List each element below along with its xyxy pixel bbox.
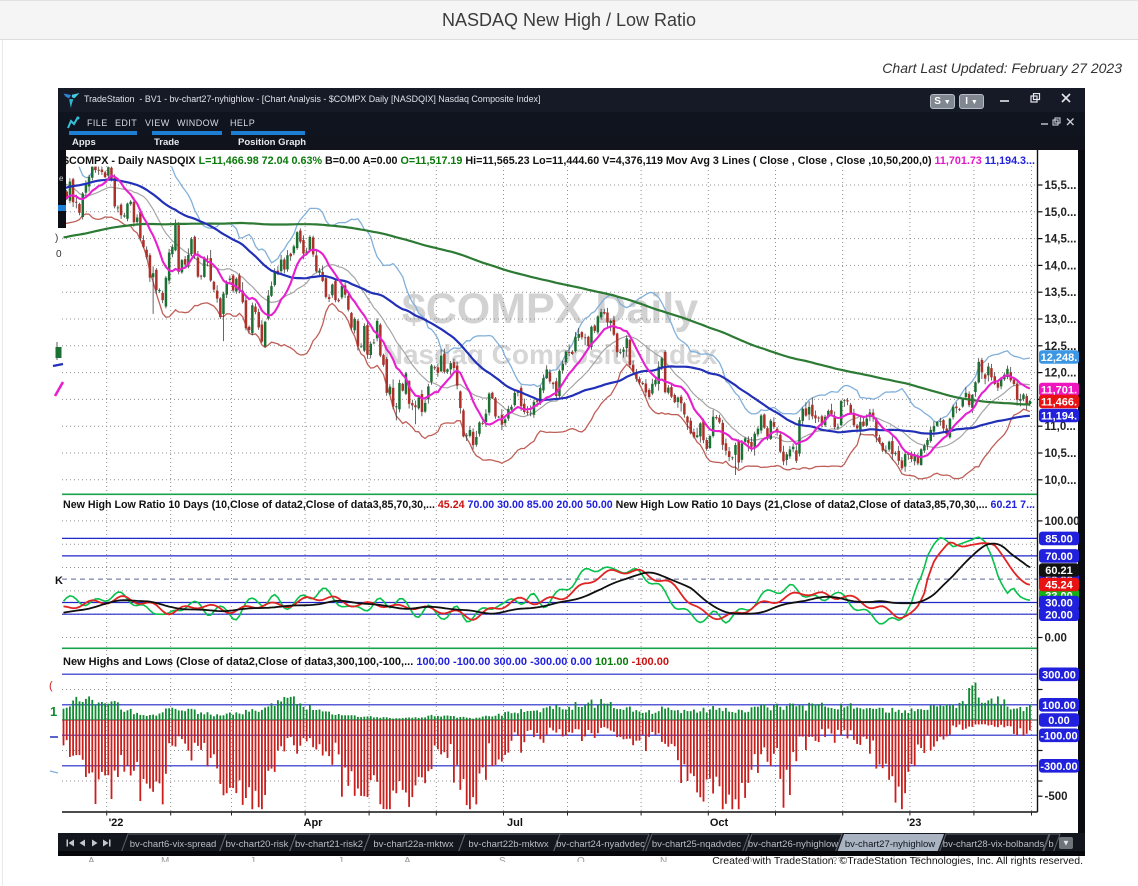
svg-text:0.00: 0.00 [1048, 715, 1069, 727]
svg-text:100.00: 100.00 [1045, 516, 1080, 528]
svg-text:'23: '23 [907, 817, 922, 829]
svg-text:12,248.: 12,248. [1041, 352, 1078, 364]
svg-text:15,0...: 15,0... [1045, 207, 1077, 219]
svg-text:14,0...: 14,0... [1045, 260, 1077, 272]
svg-text:'22: '22 [109, 817, 124, 829]
svg-text:15,5...: 15,5... [1045, 180, 1077, 192]
svg-text:-500: -500 [1045, 791, 1068, 803]
svg-text:0.00: 0.00 [1045, 633, 1067, 645]
svg-text:70.00: 70.00 [1045, 551, 1073, 563]
svg-text:K: K [55, 575, 63, 587]
svg-text:11,194.: 11,194. [1041, 411, 1077, 423]
svg-text:45.24: 45.24 [1045, 580, 1073, 592]
svg-text:e: e [59, 174, 64, 183]
svg-text:14,5...: 14,5... [1045, 234, 1077, 246]
svg-text:1: 1 [50, 704, 57, 719]
svg-text:10,5...: 10,5... [1045, 448, 1077, 460]
svg-text:11,0...: 11,0... [1045, 421, 1076, 433]
svg-text:): ) [55, 233, 58, 244]
svg-text:300.00: 300.00 [1042, 670, 1076, 682]
svg-text:0: 0 [56, 249, 62, 260]
svg-text:85.00: 85.00 [1045, 534, 1073, 546]
svg-text:Oct: Oct [710, 817, 729, 829]
svg-text:-300.00: -300.00 [1040, 761, 1077, 773]
svg-text:Jul: Jul [507, 817, 523, 829]
svg-text:12,0...: 12,0... [1045, 368, 1077, 380]
svg-text:10,0...: 10,0... [1045, 475, 1077, 487]
svg-text:$COMPX - Daily NASDQIX L=11,46: $COMPX - Daily NASDQIX L=11,466.98 72.04… [63, 155, 1035, 167]
svg-text:13,0...: 13,0... [1045, 314, 1077, 326]
svg-text:13,5...: 13,5... [1045, 287, 1077, 299]
svg-text:New High Low Ratio 10 Days (10: New High Low Ratio 10 Days (10,Close of … [63, 499, 1035, 511]
svg-text:20.00: 20.00 [1045, 609, 1073, 621]
svg-text:(: ( [49, 680, 53, 692]
svg-text:-100.00: -100.00 [1040, 731, 1077, 743]
svg-text:New Highs and Lows (Close of d: New Highs and Lows (Close of data2,Close… [63, 656, 669, 668]
svg-text:100.00: 100.00 [1042, 700, 1076, 712]
svg-text:60.21: 60.21 [1045, 565, 1073, 577]
svg-text:Apr: Apr [304, 817, 324, 829]
svg-text:11,466.: 11,466. [1041, 397, 1077, 409]
